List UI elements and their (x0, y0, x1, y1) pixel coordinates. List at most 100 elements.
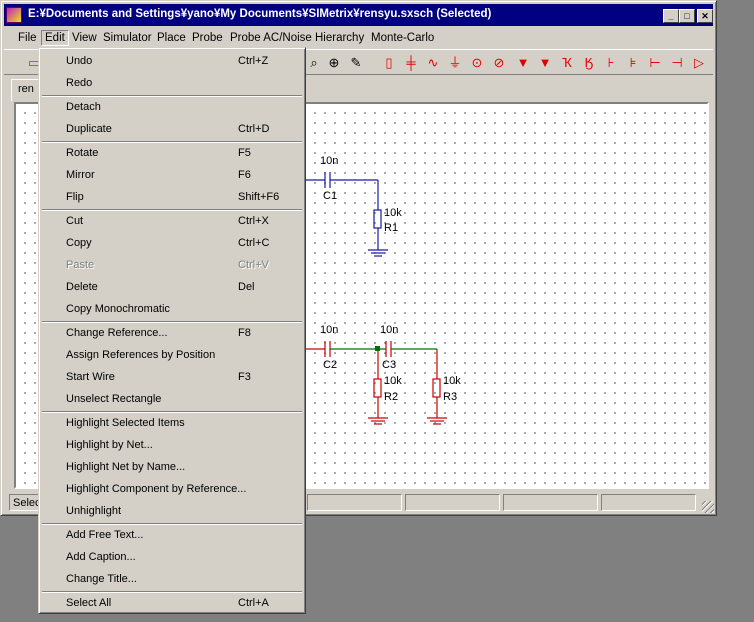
app-icon[interactable] (6, 7, 22, 23)
current-source-icon[interactable]: ⊘ (489, 53, 509, 73)
status-cell (601, 494, 696, 511)
menu-item-highlight-selected[interactable]: Highlight Selected Items (42, 412, 302, 434)
c3-value: 10n (380, 324, 398, 336)
menu-item-label: Assign References by Position (66, 349, 216, 361)
pnp-transistor-icon[interactable]: Ӄ (579, 53, 599, 73)
menu-edit[interactable]: Edit (41, 30, 69, 46)
r3-ref: R3 (443, 391, 457, 403)
menu-probe[interactable]: Probe (192, 30, 223, 46)
menu-item-flip[interactable]: Flip Shift+F6 (42, 186, 302, 208)
close-button[interactable]: ✕ (697, 9, 713, 23)
menu-item-label: Highlight Selected Items (66, 417, 185, 429)
menu-bar: File Edit View Simulator Place Probe Pro… (4, 28, 713, 48)
menu-place[interactable]: Place (157, 30, 186, 46)
resistor-icon[interactable]: ▯ (379, 53, 399, 73)
menu-item-redo[interactable]: Redo (42, 72, 302, 94)
c1-ref: C1 (323, 190, 337, 202)
menu-item-rotate[interactable]: Rotate F5 (42, 142, 302, 164)
c2-value: 10n (320, 324, 338, 336)
menu-hierarchy[interactable]: Hierarchy (315, 30, 364, 46)
r2-body (373, 378, 382, 398)
pjfet-icon[interactable]: ⊣ (667, 53, 687, 73)
menu-item-label: Duplicate (66, 123, 112, 135)
r3-body (432, 378, 441, 398)
menu-item-change-title[interactable]: Change Title... (42, 568, 302, 590)
menu-item-label: Copy (66, 237, 92, 249)
menu-item-label: Highlight by Net... (66, 439, 153, 451)
maximize-button[interactable]: □ (679, 9, 695, 23)
menu-item-shortcut: F3 (238, 371, 251, 383)
menu-item-select-all[interactable]: Select All Ctrl+A (42, 592, 302, 614)
menu-item-unhighlight[interactable]: Unhighlight (42, 500, 302, 522)
status-cell (307, 494, 402, 511)
c1-value: 10n (320, 155, 338, 167)
npn-transistor-icon[interactable]: Ҡ (557, 53, 577, 73)
minimize-button[interactable]: _ (663, 9, 679, 23)
menu-view[interactable]: View (72, 30, 97, 46)
ground-icon[interactable]: ⏚ (445, 53, 465, 73)
menu-item-label: Detach (66, 101, 101, 113)
junction-dot (375, 346, 380, 351)
r2-value: 10k (384, 375, 402, 387)
menu-item-label: Copy Monochromatic (66, 303, 170, 315)
menu-item-cut[interactable]: Cut Ctrl+X (42, 210, 302, 232)
menu-item-label: Change Reference... (66, 327, 168, 339)
menu-probe-ac-noise[interactable]: Probe AC/Noise (230, 30, 312, 46)
inductor-icon[interactable]: ∿ (423, 53, 443, 73)
r1-value: 10k (384, 207, 402, 219)
c2-ref: C2 (323, 359, 337, 371)
menu-item-mirror[interactable]: Mirror F6 (42, 164, 302, 186)
menu-item-highlight-by-net[interactable]: Highlight by Net... (42, 434, 302, 456)
menu-item-change-reference[interactable]: Change Reference... F8 (42, 322, 302, 344)
menu-item-copy[interactable]: Copy Ctrl+C (42, 232, 302, 254)
opamp-icon[interactable]: ▷ (689, 53, 709, 73)
menu-item-add-caption[interactable]: Add Caption... (42, 546, 302, 568)
menu-simulator[interactable]: Simulator (103, 30, 152, 46)
r1-ref: R1 (384, 222, 398, 234)
capacitor-icon[interactable]: ╪ (401, 53, 421, 73)
njfet-icon[interactable]: ⊢ (645, 53, 665, 73)
menu-item-start-wire[interactable]: Start Wire F3 (42, 366, 302, 388)
zoom-in-icon[interactable]: ⊕ (324, 53, 344, 73)
menu-item-highlight-component[interactable]: Highlight Component by Reference... (42, 478, 302, 500)
menu-item-label: Highlight Component by Reference... (66, 483, 247, 495)
r1-body (373, 209, 382, 229)
menu-item-duplicate[interactable]: Duplicate Ctrl+D (42, 118, 302, 140)
menu-item-unselect-rectangle[interactable]: Unselect Rectangle (42, 388, 302, 410)
resize-grip[interactable] (702, 501, 714, 513)
menu-item-assign-references[interactable]: Assign References by Position (42, 344, 302, 366)
nmos-icon[interactable]: ⊦ (601, 53, 621, 73)
title-bar[interactable]: E:¥Documents and Settings¥yano¥My Docume… (4, 4, 713, 26)
menu-item-delete[interactable]: Delete Del (42, 276, 302, 298)
menu-item-detach[interactable]: Detach (42, 96, 302, 118)
menu-item-label: Unhighlight (66, 505, 122, 517)
window-title: E:¥Documents and Settings¥yano¥My Docume… (28, 8, 492, 20)
menu-item-label: Add Free Text... (66, 529, 144, 541)
menu-item-paste[interactable]: Paste Ctrl+V (42, 254, 302, 276)
pencil-icon[interactable]: ✎ (346, 53, 366, 73)
zoom-icon[interactable]: ⌕ (304, 53, 324, 73)
menu-item-label: Change Title... (66, 573, 137, 585)
pmos-icon[interactable]: ⊧ (623, 53, 643, 73)
menu-item-shortcut: Ctrl+A (238, 597, 269, 609)
menu-item-add-free-text[interactable]: Add Free Text... (42, 524, 302, 546)
menu-monte-carlo[interactable]: Monte-Carlo (371, 30, 434, 46)
menu-item-highlight-net-by-name[interactable]: Highlight Net by Name... (42, 456, 302, 478)
menu-item-shortcut: Ctrl+X (238, 215, 269, 227)
voltage-source-icon[interactable]: ⊙ (467, 53, 487, 73)
menu-item-copy-monochromatic[interactable]: Copy Monochromatic (42, 298, 302, 320)
c3-ref: C3 (382, 359, 396, 371)
menu-item-shortcut: Ctrl+V (238, 259, 269, 271)
menu-item-label: Flip (66, 191, 84, 203)
status-cell (503, 494, 598, 511)
zener-diode-icon[interactable]: ▼ (535, 53, 555, 73)
menu-item-label: Unselect Rectangle (66, 393, 162, 405)
menu-file[interactable]: File (18, 30, 37, 46)
menu-item-label: Undo (66, 55, 93, 67)
menu-item-label: Select All (66, 597, 112, 609)
menu-item-label: Highlight Net by Name... (66, 461, 186, 473)
menu-item-shortcut: F5 (238, 147, 251, 159)
menu-item-label: Delete (66, 281, 98, 293)
menu-item-undo[interactable]: Undo Ctrl+Z (42, 50, 302, 72)
diode-icon[interactable]: ▼ (513, 53, 533, 73)
